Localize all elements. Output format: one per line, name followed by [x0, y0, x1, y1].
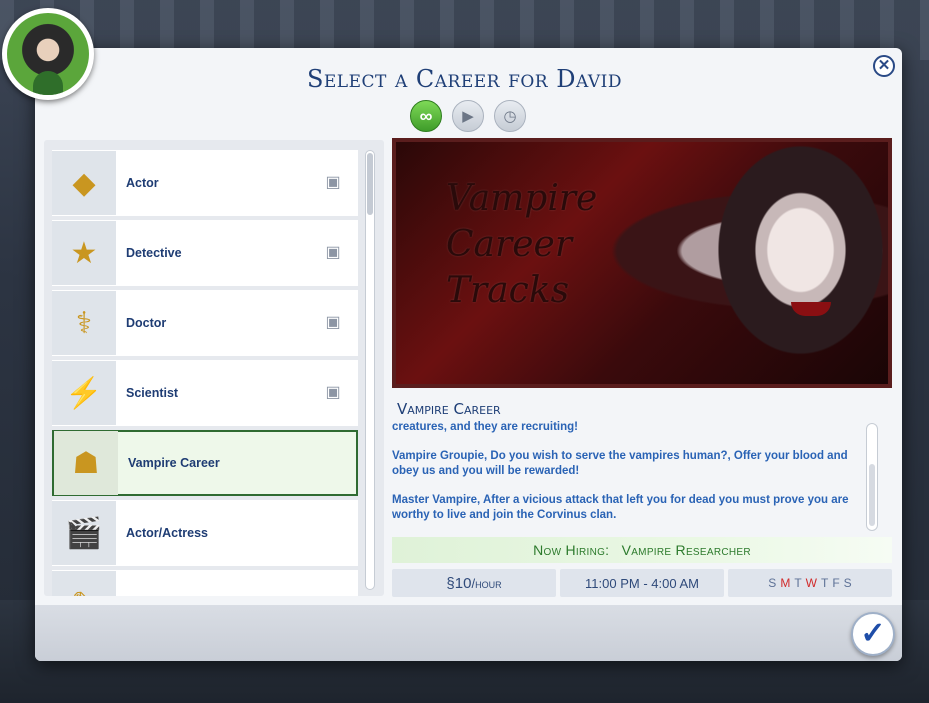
career-label: Doctor [126, 316, 167, 330]
off-day: T [820, 576, 829, 590]
full-time-career-icon: ▣ [325, 314, 341, 331]
vampire-portrait-icon: ☗ [54, 431, 118, 495]
banner-line: Tracks [446, 270, 570, 311]
work-day: M [780, 576, 791, 590]
vampire-face-art [696, 142, 886, 382]
full-time-career-icon: ▣ [325, 244, 341, 261]
clapperboard-icon: 🎬 [52, 501, 116, 565]
off-day: S [843, 576, 852, 590]
career-name-heading: Vampire Career [397, 400, 501, 418]
career-item[interactable]: ⚡ Scientist ▣ [52, 360, 358, 426]
banner-line: Career [446, 224, 573, 265]
career-icon: ✎ [52, 571, 116, 596]
checkmark-icon: ✓ [860, 617, 886, 650]
career-item[interactable]: ★ Detective ▣ [52, 220, 358, 286]
description-paragraph: Master Vampire, After a vicious attack t… [392, 494, 849, 521]
full-time-career-icon: ▣ [325, 174, 341, 191]
briefcase-play-icon: ▶ [462, 108, 474, 125]
career-list: ◆ Actor ▣ ★ Detective ▣ ⚕ Doctor ▣ ⚡ Scientist ▣ ☗ Va… [52, 150, 358, 596]
career-label: Scientist [126, 386, 179, 400]
description-paragraph: creatures, and they are recruiting! [392, 421, 578, 433]
pay-unit: /hour [471, 575, 502, 591]
filter-full-time-button[interactable]: ▶ [452, 100, 484, 132]
work-days-cell: SMTWTFS [728, 569, 892, 597]
off-day: F [832, 576, 840, 590]
career-info-row: §10 /hour 11:00 PM - 4:00 AM SMTWTFS [392, 569, 892, 597]
tesla-coil-icon: ⚡ [52, 361, 116, 425]
actor-badge-icon: ◆ [52, 151, 116, 215]
career-description: creatures, and they are recruiting! Vamp… [392, 420, 864, 532]
dialog-footer [35, 605, 902, 661]
hiring-label: Now Hiring: [533, 542, 610, 558]
now-hiring-bar: Now Hiring: Vampire Researcher [392, 537, 892, 563]
career-label: Detective [126, 246, 182, 260]
scrollbar-thumb[interactable] [869, 464, 875, 526]
career-banner-image: Vampire Career Tracks [392, 138, 892, 388]
filter-all-careers-button[interactable]: ∞ [410, 100, 442, 132]
banner-text: Vampire Career Tracks [446, 176, 636, 314]
description-paragraph: Vampire Groupie, Do you wish to serve th… [392, 450, 848, 477]
scrollbar-thumb[interactable] [367, 153, 373, 215]
off-day: S [768, 576, 777, 590]
career-item[interactable]: ⚕ Doctor ▣ [52, 290, 358, 356]
dialog-title: Select a Career for David [306, 65, 623, 93]
banner-line: Vampire [446, 178, 598, 219]
career-item[interactable]: ☗ Vampire Career [52, 430, 358, 496]
police-badge-icon: ★ [52, 221, 116, 285]
sim-avatar[interactable] [2, 8, 94, 100]
briefcase-clock-icon: ◷ [503, 108, 517, 125]
career-filter-row: ∞ ▶ ◷ [410, 100, 526, 132]
caduceus-icon: ⚕ [52, 291, 116, 355]
career-label: Vampire Career [128, 456, 220, 470]
work-hours: 11:00 PM - 4:00 AM [585, 575, 699, 591]
pay-cell: §10 /hour [392, 569, 556, 597]
description-scrollbar[interactable] [866, 423, 878, 531]
career-label: Actor/Actress [126, 526, 208, 540]
hiring-position: Vampire Researcher [621, 542, 751, 558]
off-day: T [794, 576, 802, 590]
sim-portrait [7, 13, 89, 95]
work-day: W [805, 576, 817, 590]
career-label: Actor [126, 176, 159, 190]
close-button[interactable]: ✕ [873, 55, 895, 77]
close-icon: ✕ [877, 57, 891, 74]
career-list-panel: ◆ Actor ▣ ★ Detective ▣ ⚕ Doctor ▣ ⚡ Scientist ▣ ☗ Va… [44, 140, 384, 596]
confirm-button[interactable]: ✓ [851, 612, 895, 656]
full-time-career-icon: ▣ [325, 384, 341, 401]
career-item[interactable]: ✎ [52, 570, 358, 596]
career-list-scrollbar[interactable] [365, 150, 375, 590]
career-item[interactable]: 🎬 Actor/Actress [52, 500, 358, 566]
pay-amount: §10 [446, 574, 472, 592]
career-item[interactable]: ◆ Actor ▣ [52, 150, 358, 216]
filter-part-time-button[interactable]: ◷ [494, 100, 526, 132]
hours-cell: 11:00 PM - 4:00 AM [560, 569, 724, 597]
infinity-icon: ∞ [419, 105, 433, 126]
